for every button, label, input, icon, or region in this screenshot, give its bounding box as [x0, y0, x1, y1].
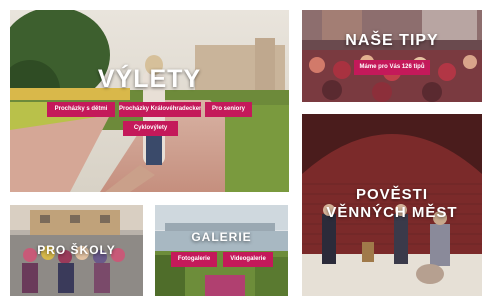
nase-tipy-photo [302, 10, 482, 102]
vylety-photo [10, 10, 289, 192]
tile-galerie[interactable]: GALERIE Fotogalerie Videogalerie [155, 205, 288, 296]
vylety-button-pro-seniory[interactable]: Pro seniory [205, 102, 252, 117]
povesti-title-line2[interactable]: VĚNNÝCH MĚST [302, 204, 482, 221]
tile-pro-skoly[interactable]: PRO ŠKOLY [10, 205, 143, 296]
nase-tipy-button[interactable]: Máme pro Vás 126 tipů [354, 60, 430, 75]
tile-vylety[interactable]: VÝLETY Procházky s dětmi Procházky Králo… [10, 10, 289, 192]
tile-nase-tipy[interactable]: NAŠE TIPY Máme pro Vás 126 tipů [302, 10, 482, 102]
vylety-button-prochazky-kralovehradeckem[interactable]: Procházky Královéhradeckem [119, 102, 201, 117]
galerie-button-videogalerie[interactable]: Videogalerie [223, 252, 273, 267]
povesti-title-line1[interactable]: POVĚSTI [302, 186, 482, 203]
galerie-title[interactable]: GALERIE [155, 230, 288, 244]
tile-povesti[interactable]: POVĚSTI VĚNNÝCH MĚST [302, 114, 482, 296]
galerie-button-fotogalerie[interactable]: Fotogalerie [171, 252, 217, 267]
nase-tipy-title[interactable]: NAŠE TIPY [302, 32, 482, 50]
vylety-button-cyklovylety[interactable]: Cyklovýlety [123, 121, 178, 136]
pro-skoly-title[interactable]: PRO ŠKOLY [10, 243, 143, 257]
galerie-photo [155, 205, 288, 296]
vylety-button-prochazky-s-detmi[interactable]: Procházky s dětmi [47, 102, 115, 117]
vylety-title[interactable]: VÝLETY [10, 65, 289, 94]
